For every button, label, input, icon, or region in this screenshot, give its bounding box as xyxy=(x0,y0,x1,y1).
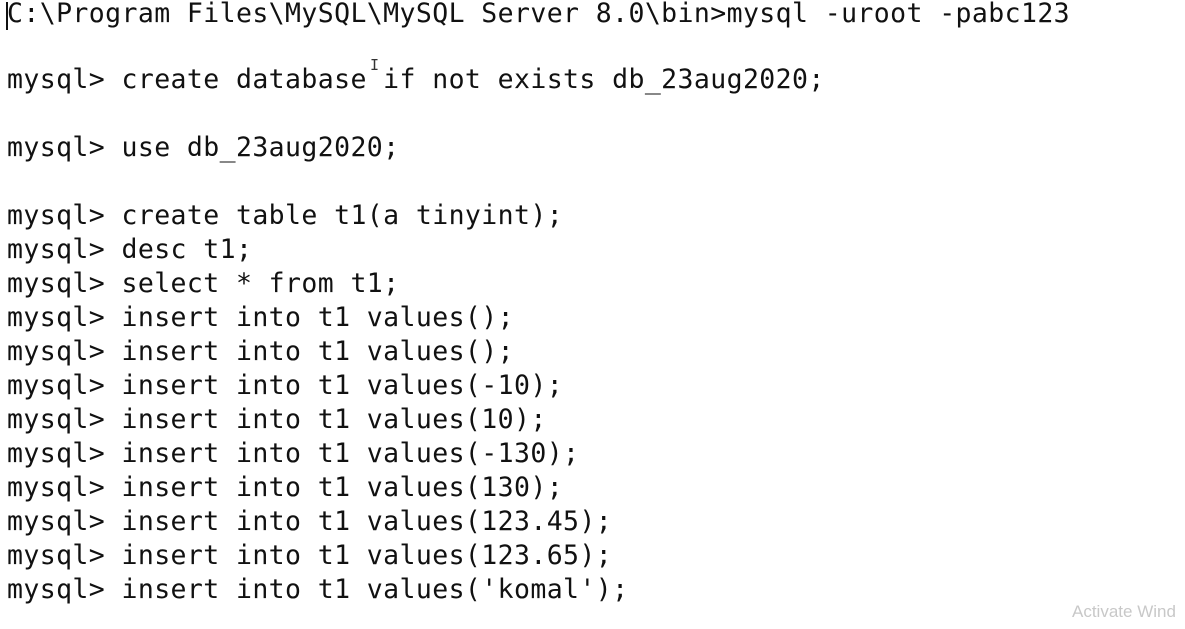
command-line-insert-123-65[interactable]: mysql> insert into t1 values(123.65); xyxy=(7,539,612,573)
command-line-create-table[interactable]: mysql> create table t1(a tinyint); xyxy=(7,199,563,233)
command-line-insert-komal[interactable]: mysql> insert into t1 values('komal'); xyxy=(7,573,628,607)
command-line-login[interactable]: C:\Program Files\MySQL\MySQL Server 8.0\… xyxy=(7,0,1070,31)
activate-windows-watermark: Activate Wind xyxy=(1072,602,1176,621)
command-line-use-database[interactable]: mysql> use db_23aug2020; xyxy=(7,131,400,165)
command-line-insert-empty-1[interactable]: mysql> insert into t1 values(); xyxy=(7,301,514,335)
command-line-insert-123-45[interactable]: mysql> insert into t1 values(123.45); xyxy=(7,505,612,539)
command-line-desc[interactable]: mysql> desc t1; xyxy=(7,233,252,267)
command-line-insert-10[interactable]: mysql> insert into t1 values(10); xyxy=(7,403,547,437)
command-line-insert-130[interactable]: mysql> insert into t1 values(130); xyxy=(7,471,563,505)
command-line-insert-neg10[interactable]: mysql> insert into t1 values(-10); xyxy=(7,369,563,403)
command-line-insert-neg130[interactable]: mysql> insert into t1 values(-130); xyxy=(7,437,579,471)
mouse-ibeam-cursor-icon: I xyxy=(370,56,380,74)
mysql-console-window[interactable]: C:\Program Files\MySQL\MySQL Server 8.0\… xyxy=(0,0,1185,629)
command-line-insert-empty-2[interactable]: mysql> insert into t1 values(); xyxy=(7,335,514,369)
command-line-create-database[interactable]: mysql> create database if not exists db_… xyxy=(7,63,825,97)
command-line-select[interactable]: mysql> select * from t1; xyxy=(7,267,400,301)
